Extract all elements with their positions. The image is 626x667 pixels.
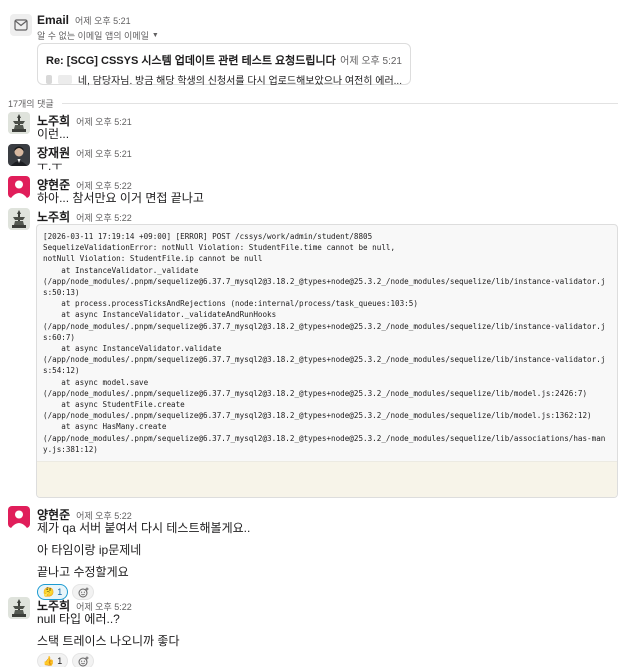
email-subject: Re: [SCG] CSSYS 시스템 업데이트 관련 테스트 요청드립니다 (46, 55, 336, 67)
add-emoji-icon (78, 656, 89, 666)
reaction-thumbs-up[interactable]: 👍 1 (37, 653, 69, 667)
divider-line (61, 103, 618, 104)
message-time[interactable]: 어제 오후 5:21 (76, 115, 132, 128)
message: 노주희 어제 오후 5:22 (8, 208, 618, 230)
message: 장재원 어제 오후 5:21 ㅜ.ㅜ (8, 144, 618, 174)
email-card[interactable]: Re: [SCG] CSSYS 시스템 업데이트 관련 테스트 요청드립니다 어… (37, 43, 411, 87)
reaction-count: 1 (57, 656, 63, 666)
avatar[interactable] (8, 208, 30, 230)
avatar[interactable] (8, 112, 30, 134)
avatar[interactable] (8, 144, 30, 166)
reply-count: 17개의 댓글 (8, 99, 54, 109)
email-subject-time: 어제 오후 5:21 (340, 56, 402, 67)
chevron-down-icon[interactable]: ▼ (152, 32, 159, 39)
reaction-count: 1 (57, 587, 63, 597)
email-time[interactable]: 어제 오후 5:21 (75, 14, 131, 27)
message-text: ㅜ.ㅜ (37, 159, 63, 173)
avatar[interactable] (8, 176, 30, 198)
avatar[interactable] (8, 597, 30, 619)
email-sender[interactable]: Email (37, 13, 69, 27)
thumbs-up-icon: 👍 (43, 655, 55, 666)
message: 양현준 어제 오후 5:22 하아... 참서만요 이거 면접 끝나고 (8, 176, 618, 206)
message-text: 끝나고 수정할게요 (37, 565, 129, 579)
error-stack-trace: [2026-03-11 17:19:14 +09:00] [ERROR] POS… (43, 232, 606, 454)
email-preview: 네, 담당자님. 방금 해당 학생의 신청서를 다시 업로드해보았으나 여전히 … (77, 76, 402, 87)
code-block[interactable]: [2026-03-11 17:19:14 +09:00] [ERROR] POS… (36, 224, 618, 498)
email-source: 알 수 없는 이메일 앱의 이메일 (37, 31, 149, 41)
code-block-footer (37, 461, 617, 497)
author-name[interactable]: 노주희 (37, 208, 70, 225)
thinking-face-icon: 🤔 (43, 586, 55, 597)
message: 노주희 어제 오후 5:22 null 타입 에러..? 스택 트레이스 나오니… (8, 597, 618, 667)
message-text: 이런... (37, 127, 70, 141)
message-text: 스택 트레이스 나오니까 좋다 (37, 634, 180, 648)
message-text: 제가 qa 서버 붙여서 다시 테스트해볼게요.. (37, 521, 251, 535)
message-text: null 타입 에러..? (37, 612, 120, 626)
email-app-icon (10, 14, 32, 36)
add-reaction-button[interactable] (72, 653, 95, 667)
email-header: Email 어제 오후 5:21 알 수 없는 이메일 앱의 이메일 ▼ (37, 13, 159, 42)
add-emoji-icon (78, 587, 89, 597)
message: 노주희 어제 오후 5:21 이런... (8, 112, 618, 142)
reply-count-divider: 17개의 댓글 (8, 97, 618, 110)
redacted-block (57, 75, 72, 84)
message-text: 하아... 참서만요 이거 면접 끝나고 (37, 191, 204, 205)
message-time[interactable]: 어제 오후 5:22 (76, 211, 132, 224)
redacted-block (46, 75, 52, 84)
message-time[interactable]: 어제 오후 5:21 (76, 147, 132, 160)
message-text: 아 타임이랑 ip문제네 (37, 543, 142, 557)
message: 양현준 어제 오후 5:22 제가 qa 서버 붙여서 다시 테스트해볼게요..… (8, 506, 618, 600)
avatar[interactable] (8, 506, 30, 528)
